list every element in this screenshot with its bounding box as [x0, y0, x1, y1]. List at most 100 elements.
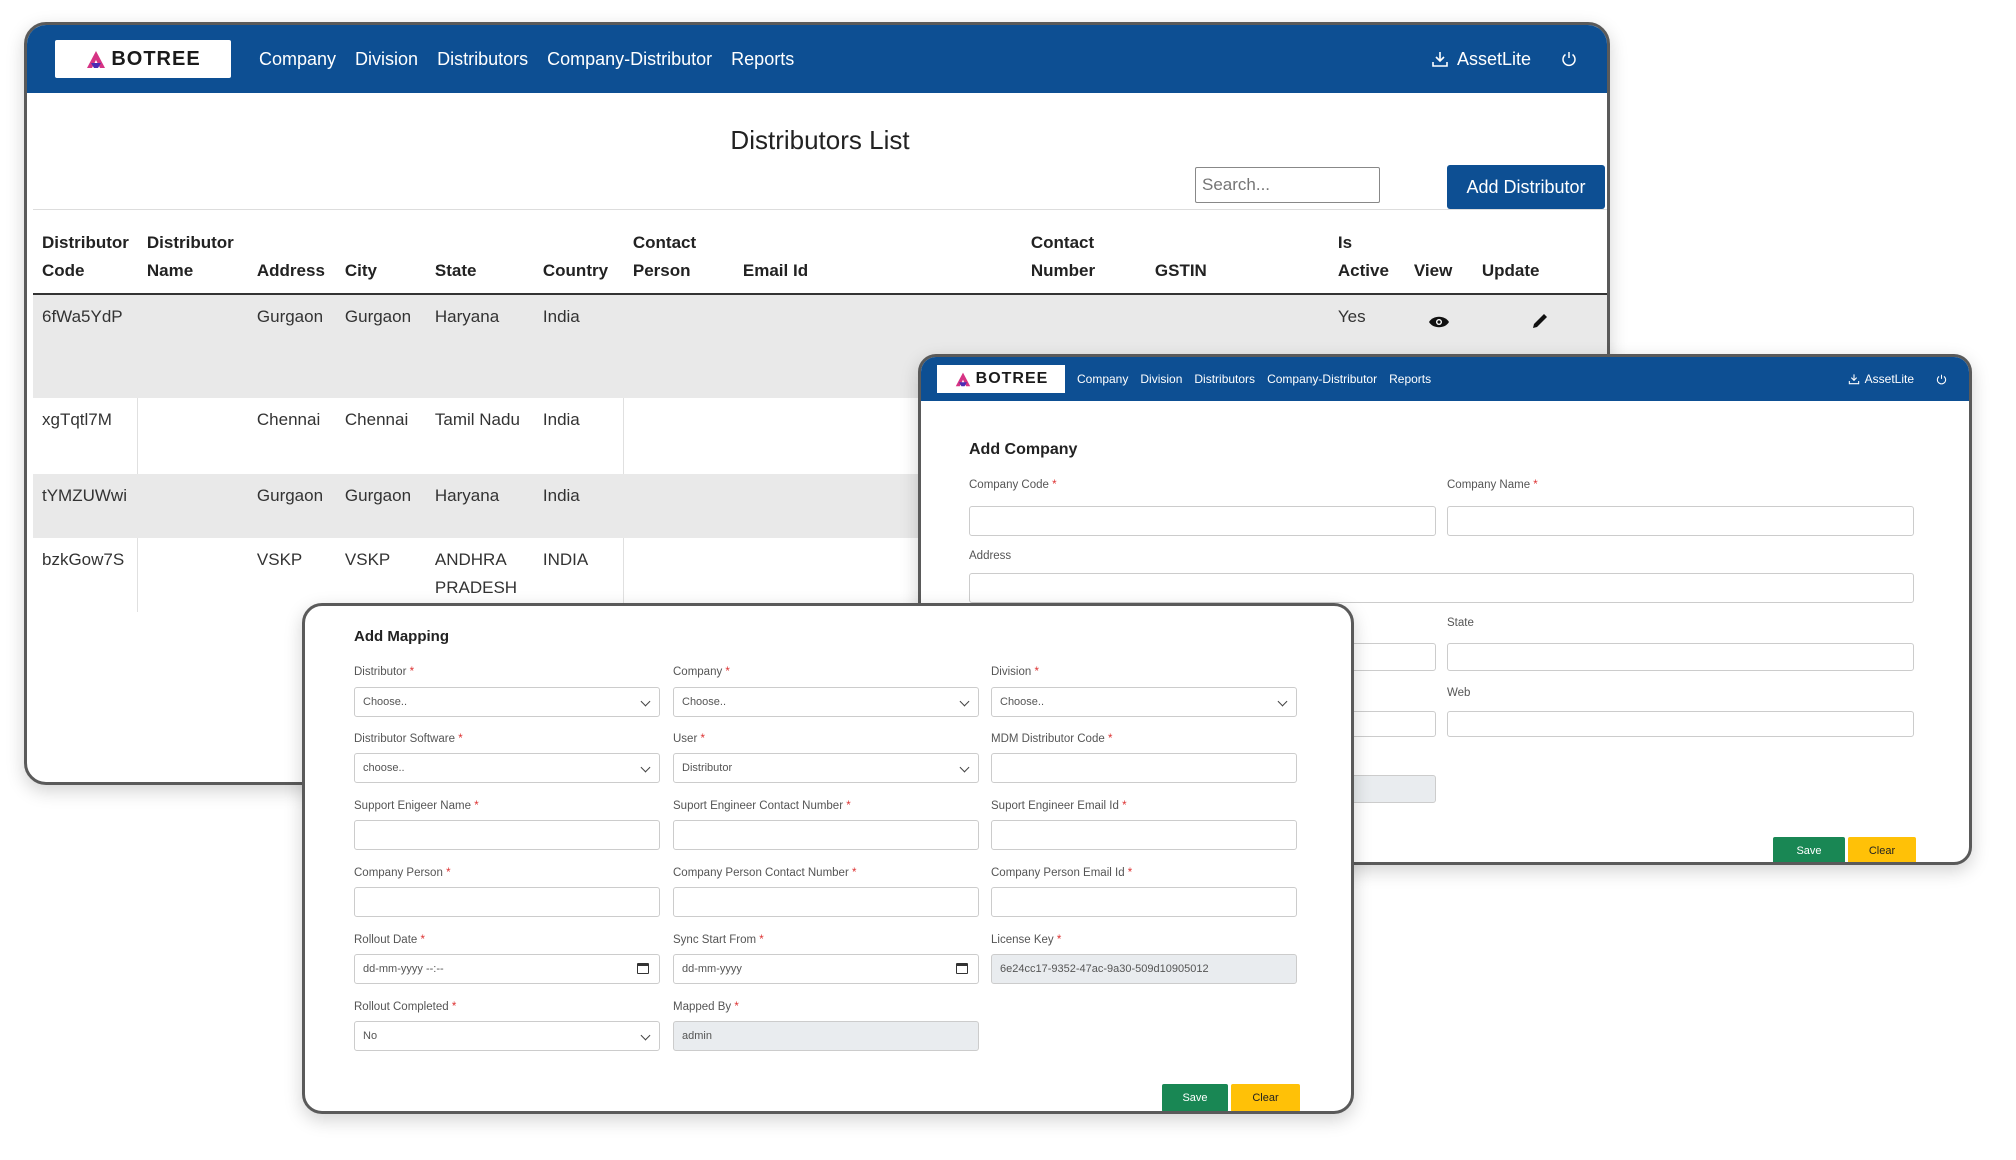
address-label: Address — [969, 550, 1012, 562]
nav-company-distributor[interactable]: Company-Distributor — [1267, 372, 1377, 386]
col-state[interactable]: State — [425, 221, 534, 295]
brand-logo[interactable]: BOTREE — [55, 40, 231, 78]
state-input[interactable] — [1447, 643, 1914, 671]
cell-address: Chennai — [256, 410, 321, 429]
col-distributor-name[interactable]: Distributor Name — [137, 221, 248, 295]
cell-state: Haryana — [425, 474, 534, 538]
chevron-down-icon — [1277, 696, 1288, 707]
nav-reports[interactable]: Reports — [1389, 372, 1431, 386]
sync-start-input[interactable]: dd-mm-yyyy — [673, 954, 979, 984]
add-mapping-window: Add Mapping Distributor * Choose.. Compa… — [302, 603, 1354, 1114]
company-label: Company * — [673, 666, 730, 678]
col-contact-number[interactable]: Contact Number — [1021, 221, 1146, 295]
search-input[interactable] — [1195, 167, 1380, 203]
nav-distributors[interactable]: Distributors — [1194, 372, 1255, 386]
support-engineer-name-label: Support Enigeer Name * — [354, 800, 479, 812]
support-engineer-contact-input[interactable] — [673, 820, 979, 850]
download-icon — [1848, 374, 1859, 385]
col-contact-person[interactable]: Contact Person — [623, 221, 734, 295]
cell-name — [137, 474, 248, 538]
calendar-icon[interactable] — [956, 963, 968, 974]
cell-state: Haryana — [425, 294, 534, 398]
division-label: Division * — [991, 666, 1039, 678]
add-company-title: Add Company — [969, 441, 1078, 458]
col-city[interactable]: City — [335, 221, 426, 295]
mdm-code-input[interactable] — [991, 753, 1297, 783]
user-select[interactable]: Distributor — [673, 753, 979, 783]
assetlite-link[interactable]: AssetLite — [1848, 372, 1914, 386]
nav-links: Company Division Distributors Company-Di… — [259, 49, 794, 70]
cell-contact-person — [623, 294, 734, 398]
nav-reports[interactable]: Reports — [731, 49, 794, 70]
rollout-completed-label: Rollout Completed * — [354, 1001, 457, 1013]
power-icon[interactable] — [1936, 374, 1947, 385]
support-engineer-email-label: Suport Engineer Email Id * — [991, 800, 1127, 812]
chevron-down-icon — [640, 696, 651, 707]
eye-icon[interactable] — [1428, 315, 1450, 329]
nav-division[interactable]: Division — [355, 49, 418, 70]
mapped-by-input: admin — [673, 1021, 979, 1051]
nav-division[interactable]: Division — [1140, 372, 1182, 386]
company-person-label: Company Person * — [354, 867, 451, 879]
brand-name: BOTREE — [111, 47, 201, 70]
col-email-id[interactable]: Email Id — [733, 221, 1022, 295]
calendar-icon[interactable] — [637, 963, 649, 974]
add-distributor-button[interactable]: Add Distributor — [1447, 165, 1605, 209]
company-person-email-label: Company Person Email Id * — [991, 867, 1133, 879]
save-button[interactable]: Save — [1162, 1084, 1228, 1111]
col-update: Update — [1472, 221, 1607, 295]
col-view: View — [1404, 221, 1473, 295]
company-person-input[interactable] — [354, 887, 660, 917]
distributor-select[interactable]: Choose.. — [354, 687, 660, 717]
add-mapping-title: Add Mapping — [354, 628, 449, 645]
address-input[interactable] — [969, 573, 1914, 603]
distributor-software-select[interactable]: choose.. — [354, 753, 660, 783]
cell-city: VSKP — [344, 550, 391, 569]
nav-company[interactable]: Company — [1077, 372, 1128, 386]
cell-contact-person — [623, 538, 734, 612]
state-label: State — [1447, 617, 1474, 629]
cell-city: Gurgaon — [335, 474, 426, 538]
rollout-completed-select[interactable]: No — [354, 1021, 660, 1051]
save-button[interactable]: Save — [1773, 837, 1845, 862]
power-icon[interactable] — [1561, 51, 1577, 67]
cell-address: Gurgaon — [247, 294, 336, 398]
col-distributor-code[interactable]: Distributor Code — [33, 221, 138, 295]
cell-country: India — [542, 410, 580, 429]
chevron-down-icon — [640, 762, 651, 773]
assetlite-link[interactable]: AssetLite — [1431, 49, 1531, 70]
mapped-by-label: Mapped By * — [673, 1001, 739, 1013]
cell-address: VSKP — [256, 550, 303, 569]
col-gstin[interactable]: GSTIN — [1145, 221, 1329, 295]
top-navbar: BOTREE Company Division Distributors Com… — [921, 357, 1969, 401]
cell-city: Gurgaon — [335, 294, 426, 398]
division-select[interactable]: Choose.. — [991, 687, 1297, 717]
col-is-active[interactable]: Is Active — [1328, 221, 1405, 295]
company-person-contact-label: Company Person Contact Number * — [673, 867, 857, 879]
col-country[interactable]: Country — [533, 221, 624, 295]
clear-button[interactable]: Clear — [1231, 1084, 1300, 1111]
distributor-software-label: Distributor Software * — [354, 733, 463, 745]
nav-company-distributor[interactable]: Company-Distributor — [547, 49, 712, 70]
company-person-email-input[interactable] — [991, 887, 1297, 917]
rollout-date-input[interactable]: dd-mm-yyyy --:-- — [354, 954, 660, 984]
assetlite-label: AssetLite — [1456, 48, 1531, 69]
brand-logo[interactable]: BOTREE — [937, 365, 1065, 393]
pencil-icon[interactable] — [1530, 311, 1550, 331]
company-name-input[interactable] — [1447, 506, 1914, 536]
page-title: Distributors List — [730, 125, 910, 155]
cell-name — [137, 538, 248, 612]
botree-logo-icon — [955, 372, 970, 387]
web-input[interactable] — [1447, 711, 1914, 737]
nav-distributors[interactable]: Distributors — [437, 49, 528, 70]
col-address[interactable]: Address — [247, 221, 336, 295]
company-select[interactable]: Choose.. — [673, 687, 979, 717]
company-person-contact-input[interactable] — [673, 887, 979, 917]
support-engineer-email-input[interactable] — [991, 820, 1297, 850]
nav-company[interactable]: Company — [259, 49, 336, 70]
clear-button[interactable]: Clear — [1848, 837, 1916, 862]
company-code-input[interactable] — [969, 506, 1436, 536]
support-engineer-name-input[interactable] — [354, 820, 660, 850]
cell-code: xgTqtl7M — [42, 410, 112, 429]
nav-links: Company Division Distributors Company-Di… — [1077, 372, 1431, 386]
